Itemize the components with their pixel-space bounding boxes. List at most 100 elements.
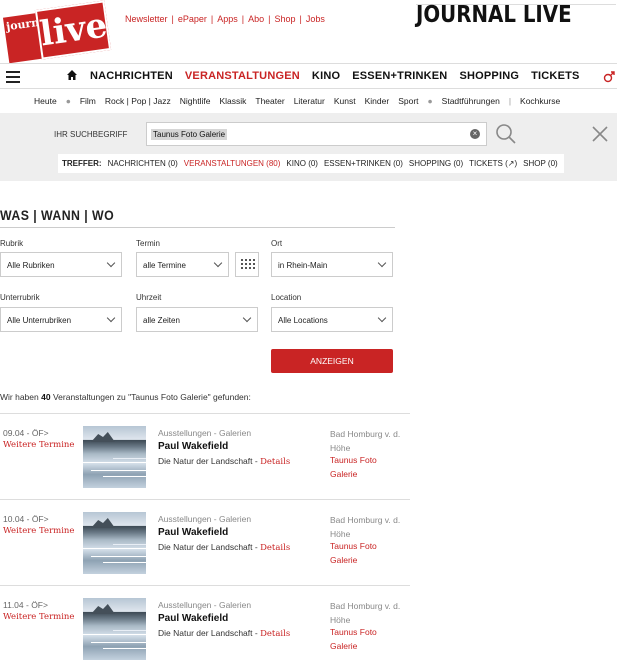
details-link[interactable]: Details [260, 457, 290, 467]
event-location-link[interactable]: Taunus Foto Galerie [330, 626, 400, 653]
subnav-film[interactable]: Film [80, 96, 96, 106]
nav-tickets[interactable]: TICKETS [531, 70, 579, 82]
abo-link[interactable]: Abo [248, 14, 264, 24]
subnav-heute[interactable]: Heute [34, 96, 57, 106]
nav-veranstaltungen[interactable]: VERANSTALTUNGEN [185, 70, 300, 82]
uhrzeit-select[interactable]: alle Zeiten [136, 307, 258, 332]
search-icon[interactable] [495, 123, 517, 145]
ort-select[interactable]: in Rhein-Main [271, 252, 393, 277]
home-icon[interactable] [66, 69, 78, 81]
hit-essen-trinken[interactable]: ESSEN+TRINKEN (0) [324, 159, 403, 168]
hit-nachrichten[interactable]: NACHRICHTEN (0) [108, 159, 178, 168]
chevron-down-icon [106, 258, 116, 268]
site-logo[interactable]: journal live [2, 0, 112, 64]
location-label: Location [271, 293, 302, 302]
result-suffix: Veranstaltungen zu "Taunus Foto Galerie"… [52, 392, 251, 402]
more-dates-link[interactable]: Weitere Termine [3, 612, 74, 622]
chevron-down-icon [377, 313, 387, 323]
nav-items: NACHRICHTEN VERANSTALTUNGEN KINO ESSEN+TRIN… [90, 70, 592, 82]
calendar-icon [241, 259, 255, 269]
subnav-klassik[interactable]: Klassik [219, 96, 246, 106]
anzeigen-button[interactable]: ANZEIGEN [271, 349, 393, 373]
site-header: journal live Newsletter | ePaper | Apps | Abo |… [0, 0, 617, 64]
close-icon[interactable] [591, 125, 609, 143]
subnav-literatur[interactable]: Literatur [294, 96, 325, 106]
subnav-theater[interactable]: Theater [255, 96, 284, 106]
search-value[interactable]: Taunus Foto Galerie [151, 129, 228, 140]
event-city: Bad Homburg v. d. Höhe [330, 429, 401, 453]
unterrubrik-select[interactable]: Alle Unterrubriken [0, 307, 122, 332]
event-image[interactable] [83, 426, 146, 488]
chevron-down-icon [377, 258, 387, 268]
subnav-kinder[interactable]: Kinder [365, 96, 390, 106]
subnav-kochkurse[interactable]: Kochkurse [520, 96, 560, 106]
chevron-down-icon [106, 313, 116, 323]
epaper-link[interactable]: ePaper [178, 14, 207, 24]
termin-select[interactable]: alle Termine [136, 252, 229, 277]
top-links: Newsletter | ePaper | Apps | Abo | Shop | Jobs [125, 14, 325, 24]
location-value: Alle Locations [278, 316, 328, 325]
event-item: 09.04 - ÖF> Weitere Termine Ausstellunge… [0, 413, 410, 499]
clear-icon[interactable]: × [470, 129, 480, 139]
search-label: IHR SUCHBEGRIFF [54, 130, 128, 139]
subnav-sport[interactable]: Sport [398, 96, 418, 106]
result-count: 40 [41, 392, 51, 402]
event-image[interactable] [83, 512, 146, 574]
gender-icon[interactable] [603, 71, 615, 83]
subnav-nightlife[interactable]: Nightlife [180, 96, 211, 106]
logo-live: live [34, 0, 112, 60]
event-city: Bad Homburg v. d. Höhe [330, 515, 401, 539]
event-subtitle: Die Natur der Landschaft - Details [158, 456, 290, 467]
chevron-down-icon [213, 258, 223, 268]
sub-nav: Heute ● Film Rock | Pop | Jazz Nightlife Klas… [34, 96, 569, 106]
hits-label: TREFFER: [62, 159, 102, 168]
unterrubrik-label: Unterrubrik [0, 293, 40, 302]
hit-shopping[interactable]: SHOPPING (0) [409, 159, 463, 168]
event-subtitle-text: Die Natur der Landschaft - [158, 628, 261, 638]
location-select[interactable]: Alle Locations [271, 307, 393, 332]
event-title[interactable]: Paul Wakefield [158, 527, 228, 538]
event-category: Ausstellungen - Galerien [158, 514, 252, 524]
event-date: 11.04 - ÖF> [3, 600, 48, 610]
termin-value: alle Termine [143, 261, 186, 270]
subnav-stadtfuehrungen[interactable]: Stadtführungen [442, 96, 500, 106]
newsletter-link[interactable]: Newsletter [125, 14, 168, 24]
menu-icon[interactable] [6, 71, 20, 83]
uhrzeit-label: Uhrzeit [136, 293, 162, 302]
event-title[interactable]: Paul Wakefield [158, 441, 228, 452]
event-category: Ausstellungen - Galerien [158, 600, 252, 610]
event-subtitle-text: Die Natur der Landschaft - [158, 456, 261, 466]
event-date: 10.04 - ÖF> [3, 514, 49, 524]
details-link[interactable]: Details [260, 629, 290, 639]
rubrik-select[interactable]: Alle Rubriken [0, 252, 122, 277]
nav-nachrichten[interactable]: NACHRICHTEN [90, 70, 173, 82]
hit-shop[interactable]: SHOP (0) [523, 159, 558, 168]
shop-link[interactable]: Shop [274, 14, 295, 24]
details-link[interactable]: Details [260, 543, 290, 553]
rubrik-label: Rubrik [0, 239, 24, 248]
subnav-kunst[interactable]: Kunst [334, 96, 356, 106]
event-category: Ausstellungen - Galerien [158, 428, 252, 438]
hit-tickets[interactable]: TICKETS (↗) [469, 159, 517, 168]
jobs-link[interactable]: Jobs [306, 14, 325, 24]
event-item: 11.04 - ÖF> Weitere Termine Ausstellunge… [0, 585, 410, 666]
event-item: 10.04 - ÖF> Weitere Termine Ausstellunge… [0, 499, 410, 585]
event-title[interactable]: Paul Wakefield [158, 613, 228, 624]
nav-shopping[interactable]: SHOPPING [459, 70, 519, 82]
subnav-rock-pop-jazz[interactable]: Rock | Pop | Jazz [105, 96, 171, 106]
more-dates-link[interactable]: Weitere Termine [3, 526, 74, 536]
hit-kino[interactable]: KINO (0) [286, 159, 318, 168]
calendar-button[interactable] [235, 252, 259, 277]
nav-kino[interactable]: KINO [312, 70, 340, 82]
brand-title[interactable]: JOURNAL LIVE [416, 2, 572, 28]
more-dates-link[interactable]: Weitere Termine [3, 440, 74, 450]
event-location-link[interactable]: Taunus Foto Galerie [330, 540, 400, 567]
hit-veranstaltungen[interactable]: VERANSTALTUNGEN (80) [184, 159, 281, 168]
nav-essen-trinken[interactable]: ESSEN+TRINKEN [352, 70, 447, 82]
event-location-link[interactable]: Taunus Foto Galerie [330, 454, 400, 481]
event-image[interactable] [83, 598, 146, 660]
chevron-down-icon [242, 313, 252, 323]
apps-link[interactable]: Apps [217, 14, 238, 24]
result-prefix: Wir haben [0, 392, 39, 402]
search-input[interactable]: Taunus Foto Galerie × [146, 122, 487, 146]
